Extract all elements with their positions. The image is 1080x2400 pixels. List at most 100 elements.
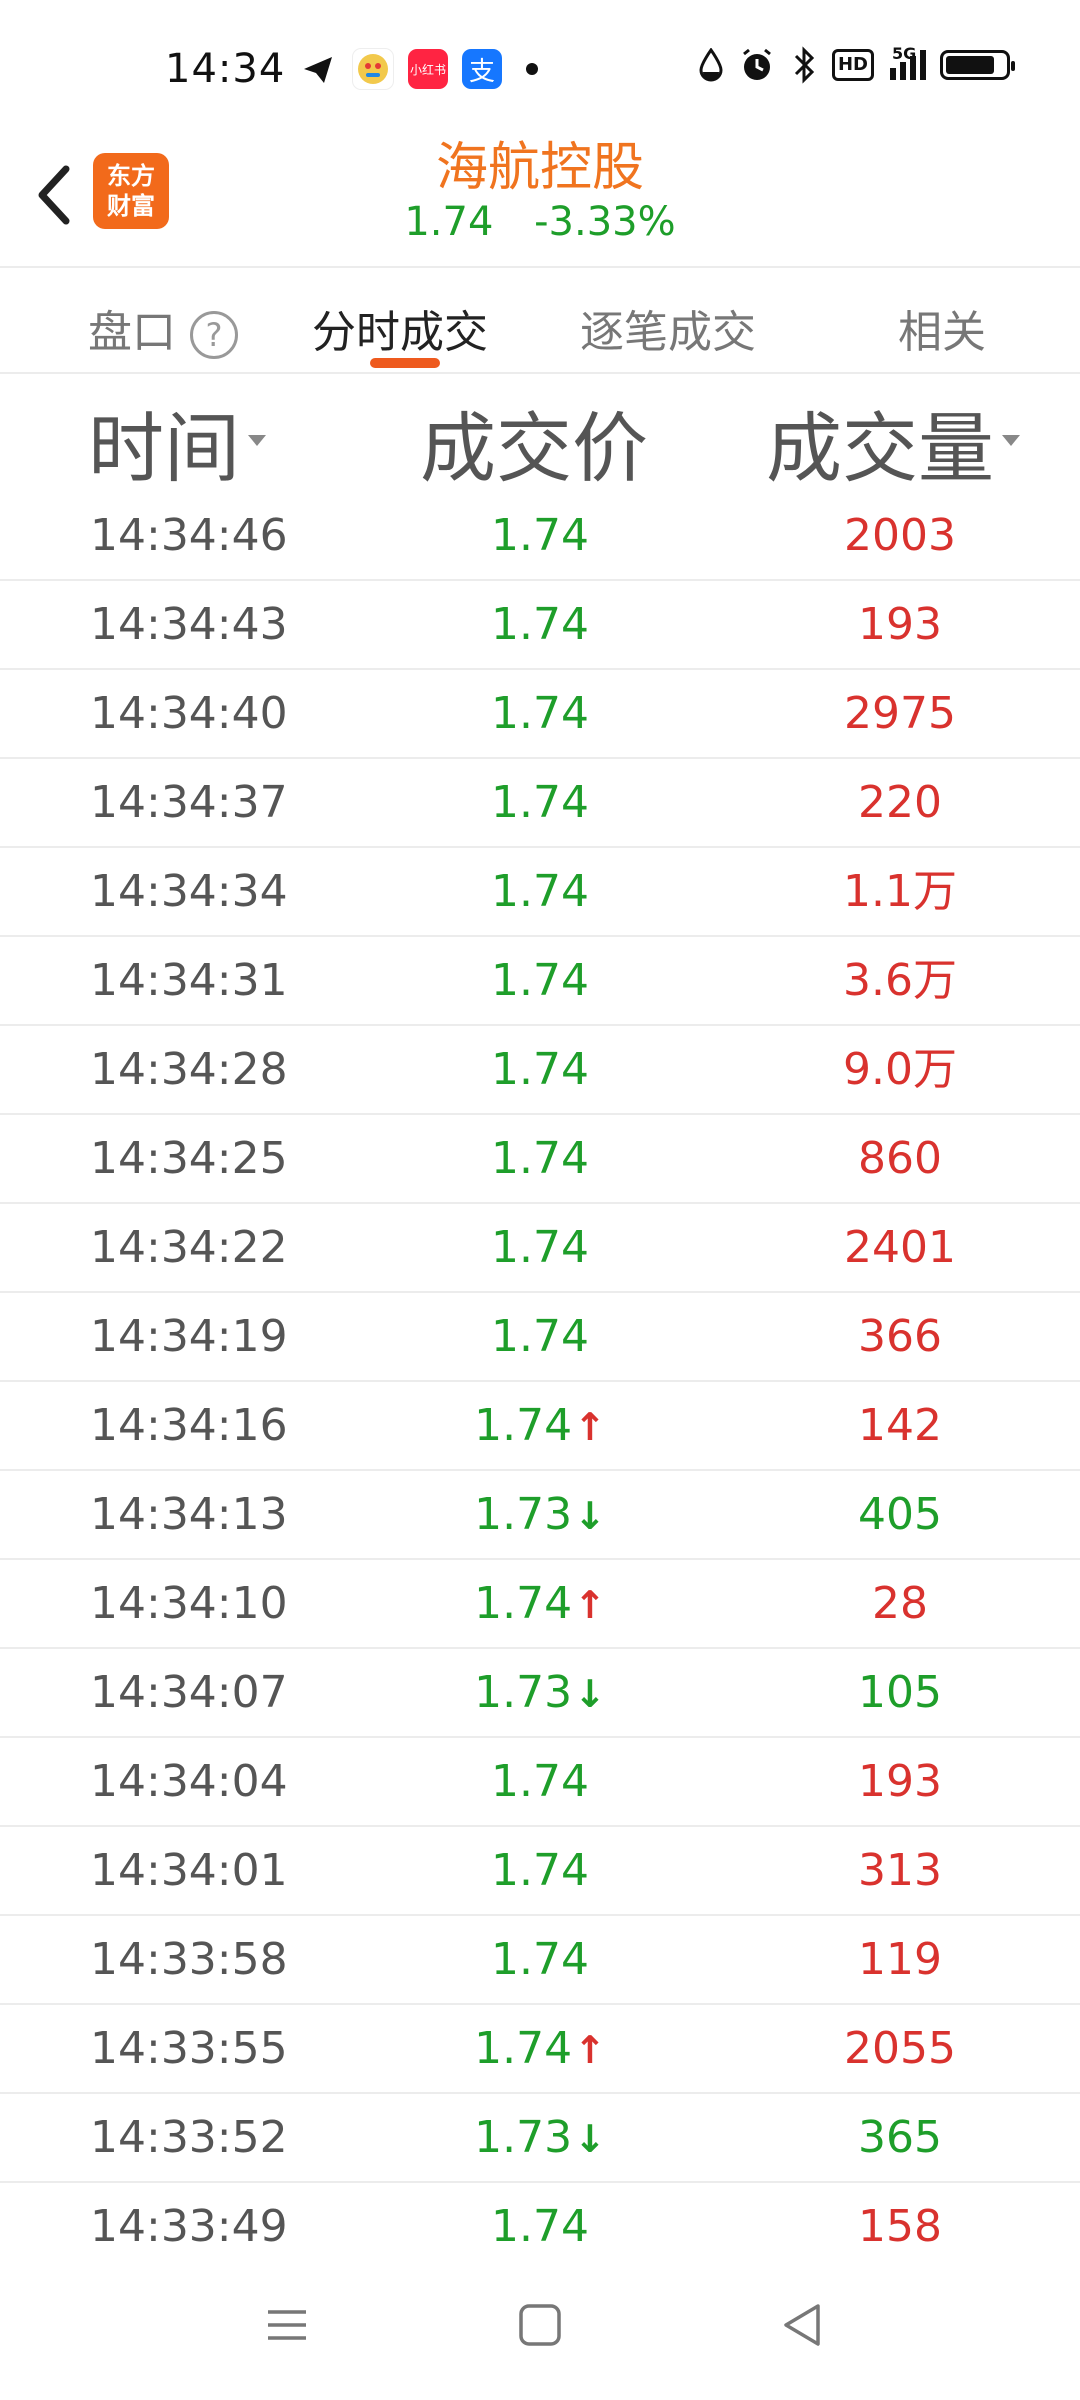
system-icons: HD 5G [698, 44, 1015, 84]
trade-volume: 220 [858, 777, 942, 828]
trade-price-cell: 1.74 [440, 670, 640, 757]
sort-caret-icon [248, 434, 266, 446]
help-icon[interactable]: ? [190, 311, 238, 359]
trade-time: 14:33:49 [90, 2201, 288, 2252]
home-icon[interactable] [505, 2290, 575, 2360]
trade-price-cell: 1.74 [440, 759, 640, 846]
trade-price: 1.73 [474, 2112, 573, 2163]
trade-price: 1.74 [491, 1934, 589, 1985]
trade-row: 14:34:34 1.74 1.1万 [0, 848, 1080, 937]
more-notifications-dot [526, 63, 538, 75]
trade-time: 14:34:16 [90, 1400, 288, 1451]
trade-volume: 158 [858, 2201, 942, 2252]
stock-quote: 1.74 -3.33% [0, 199, 1080, 245]
trade-price-cell: 1.74 [440, 848, 640, 935]
stock-price: 1.74 [404, 199, 494, 245]
trade-volume: 193 [858, 1756, 942, 1807]
trade-time: 14:34:22 [90, 1222, 288, 1273]
trade-price-cell: 1.74 [440, 1293, 640, 1380]
arrow-down-icon: ↓ [574, 2117, 606, 2161]
trade-price: 1.74 [491, 955, 589, 1006]
trade-price-cell: 1.74 [440, 1916, 640, 2003]
trade-row: 14:33:58 1.74 119 [0, 1916, 1080, 2005]
trade-price-cell: 1.74 [440, 492, 640, 579]
trade-row: 14:34:37 1.74 220 [0, 759, 1080, 848]
tab-time-trades[interactable]: 分时成交 [312, 296, 488, 360]
stock-name: 海航控股 [435, 138, 644, 198]
trade-row: 14:34:19 1.74 366 [0, 1293, 1080, 1382]
trade-time: 14:33:52 [90, 2112, 288, 2163]
hd-icon: HD [831, 49, 874, 81]
column-volume-header[interactable]: 成交量 [766, 387, 1020, 497]
trade-volume: 860 [858, 1133, 942, 1184]
sort-caret-icon [1002, 434, 1020, 446]
trade-volume: 405 [858, 1489, 942, 1540]
trade-time: 14:34:19 [90, 1311, 288, 1362]
trade-time: 14:34:28 [90, 1044, 288, 1095]
trade-row: 14:34:40 1.74 2975 [0, 670, 1080, 759]
column-time-header[interactable]: 时间 [88, 387, 266, 497]
trade-volume: 119 [858, 1934, 942, 1985]
trade-price-cell: 1.74↑ [440, 2005, 640, 2092]
trade-row: 14:34:04 1.74 193 [0, 1738, 1080, 1827]
column-volume-label: 成交量 [766, 404, 994, 493]
trade-price-cell: 1.74 [440, 1738, 640, 1825]
trade-volume: 313 [858, 1845, 942, 1896]
tab-tick-trades[interactable]: 逐笔成交 [580, 296, 756, 360]
notification-icons: 小红书 支 [298, 48, 538, 90]
trade-time: 14:34:10 [90, 1578, 288, 1629]
trade-row: 14:34:25 1.74 860 [0, 1115, 1080, 1204]
alipay-icon: 支 [462, 49, 502, 89]
trade-price: 1.74 [491, 688, 589, 739]
tab-related[interactable]: 相关 [898, 296, 986, 360]
trade-row: 14:33:52 1.73↓ 365 [0, 2094, 1080, 2183]
trade-row: 14:33:55 1.74↑ 2055 [0, 2005, 1080, 2094]
arrow-up-icon: ↑ [574, 1583, 606, 1627]
telegram-like-icon [304, 57, 332, 83]
arrow-down-icon: ↓ [574, 1494, 606, 1538]
trade-price: 1.74 [491, 1311, 589, 1362]
trade-time: 14:34:07 [90, 1667, 288, 1718]
battery-icon [940, 50, 1015, 80]
trade-price: 1.74 [491, 866, 589, 917]
trade-row: 14:34:28 1.74 9.0万 [0, 1026, 1080, 1115]
trade-volume: 366 [858, 1311, 942, 1362]
trade-volume: 1.1万 [843, 866, 957, 917]
trade-time: 14:34:46 [90, 510, 288, 561]
trade-volume: 365 [858, 2112, 942, 2163]
back-triangle-icon[interactable] [768, 2290, 838, 2360]
trade-price-cell: 1.73↓ [440, 2094, 640, 2181]
trade-row: 14:34:07 1.73↓ 105 [0, 1649, 1080, 1738]
system-nav-bar [0, 2270, 1080, 2380]
trade-time: 14:34:37 [90, 777, 288, 828]
trade-volume: 193 [858, 599, 942, 650]
trade-volume: 2003 [844, 510, 956, 561]
tab-order-book[interactable]: 盘口? [88, 296, 238, 360]
trade-price: 1.73 [474, 1667, 573, 1718]
trade-list[interactable]: 14:34:46 1.74 2003 14:34:43 1.74 193 14:34:40 1… [0, 492, 1080, 2272]
trade-price: 1.74 [474, 2023, 573, 2074]
trade-price-cell: 1.73↓ [440, 1471, 640, 1558]
trade-time: 14:34:01 [90, 1845, 288, 1896]
bluetooth-icon [794, 46, 815, 84]
column-headers: 时间 成交价 成交量 [0, 375, 1080, 495]
trade-time: 14:34:43 [90, 599, 288, 650]
5g-signal-icon: 5G [888, 44, 926, 80]
tab-label: 盘口 [88, 307, 176, 358]
mascot-app-icon [352, 48, 394, 90]
trade-time: 14:34:31 [90, 955, 288, 1006]
trade-volume: 3.6万 [843, 955, 957, 1006]
trade-volume: 28 [872, 1578, 928, 1629]
water-drop-icon [699, 48, 723, 82]
trade-price-cell: 1.74↑ [440, 1382, 640, 1469]
menu-icon[interactable] [252, 2290, 322, 2360]
arrow-up-icon: ↑ [574, 2028, 606, 2072]
trade-time: 14:34:34 [90, 866, 288, 917]
xiaohongshu-icon: 小红书 [408, 49, 448, 89]
trade-price: 1.74 [491, 1044, 589, 1095]
trade-price: 1.74 [474, 1578, 573, 1629]
trade-price-cell: 1.74 [440, 1204, 640, 1291]
trade-time: 14:33:58 [90, 1934, 288, 1985]
stock-header: 东方 财富 海航控股 1.74 -3.33% [0, 115, 1080, 265]
trade-price: 1.74 [491, 1756, 589, 1807]
